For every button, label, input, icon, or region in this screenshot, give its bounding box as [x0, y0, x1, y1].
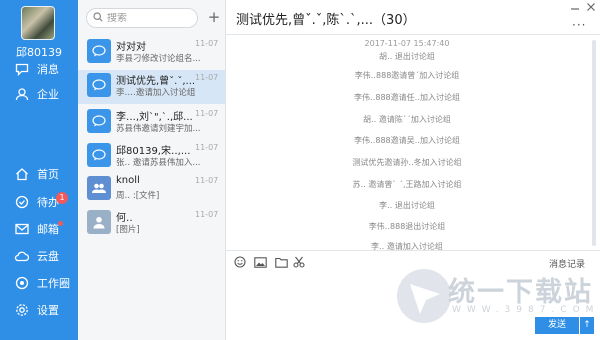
conversation-title: knoll — [116, 175, 140, 186]
nav-label: 设置 — [37, 304, 59, 317]
add-conversation-button[interactable]: + — [206, 8, 222, 26]
send-options-button[interactable]: ↑ — [580, 317, 594, 334]
nav-item-mail[interactable]: 邮箱 — [0, 217, 78, 241]
conversation-title: 何‥ — [116, 213, 133, 224]
send-button[interactable]: 发送 — [535, 317, 579, 334]
nav-item-work-circle[interactable]: 工作圈 — [0, 271, 78, 295]
conversation-date: 11-07 — [195, 210, 219, 219]
chat-scrollbar[interactable] — [592, 40, 596, 246]
conversation-preview: 周‥ :[文件] — [116, 191, 160, 201]
nav-item-todo[interactable]: 待办 1 — [0, 190, 78, 214]
search-icon — [93, 11, 103, 25]
left-sidebar: 邱80139 消息 企业 首页 待办 1 邮箱 云盘 工作圈 设置 — [0, 0, 78, 340]
conversation-preview: 张‥ 邀请苏县伟加入... — [116, 158, 201, 168]
conversation-item-active[interactable]: 测试优先,曾ˇ.ˇ,... 李‥‥邀请加入讨论组 11-07 — [78, 70, 225, 104]
minimize-icon[interactable] — [568, 2, 582, 16]
scissors-icon[interactable] — [292, 255, 306, 269]
settings-icon — [14, 303, 29, 318]
nav-item-cloud[interactable]: 云盘 — [0, 244, 78, 268]
chat-bubble-icon — [87, 109, 111, 133]
home-icon — [14, 167, 29, 182]
chat-bubble-icon — [87, 73, 111, 97]
chat-title: 测试优先,曾ˇ.ˇ,陈ˋ.ˋ,...（30） — [236, 13, 416, 28]
nav-label: 企业 — [37, 88, 59, 101]
nav-label: 云盘 — [37, 250, 59, 263]
nav-item-settings[interactable]: 设置 — [0, 298, 78, 322]
conversation-date: 11-07 — [195, 143, 219, 152]
conversation-date: 11-07 — [195, 39, 219, 48]
nav-label: 首页 — [37, 168, 59, 181]
nav-item-enterprise[interactable]: 企业 — [0, 82, 78, 106]
conversation-list-panel: + 对对对 李县刁修改讨论组名... 11-07 测试优先,曾ˇ.ˇ,... 李… — [78, 0, 226, 340]
conversation-title: 测试优先,曾ˇ.ˇ,... — [116, 76, 196, 87]
message-history-link[interactable]: 消息记录 — [549, 257, 585, 270]
nav-label: 消息 — [37, 63, 59, 76]
chat-bubble-icon — [87, 39, 111, 63]
close-icon[interactable] — [584, 2, 598, 16]
conversation-item[interactable]: 对对对 李县刁修改讨论组名... 11-07 — [78, 36, 225, 70]
group-icon — [87, 176, 111, 200]
conversation-date: 11-07 — [195, 176, 219, 185]
work-circle-icon — [14, 276, 29, 291]
conversation-item[interactable]: 邱80139,宋‥,... 张‥ 邀请苏县伟加入... 11-07 — [78, 140, 225, 174]
folder-icon[interactable] — [274, 255, 288, 269]
more-options-button[interactable]: ··· — [572, 18, 586, 32]
conversation-item[interactable]: 李‥.,刘ˋ",ˋ.,邱... 苏县伟邀请刘建宇加... 11-07 — [78, 106, 225, 140]
conversation-preview: 李县刁修改讨论组名... — [116, 54, 201, 64]
system-message: 李‥ 退出讨论组 — [379, 201, 435, 210]
chat-panel: 测试优先,曾ˇ.ˇ,陈ˋ.ˋ,...（30） ··· 2017-11-07 15… — [226, 0, 600, 340]
nav-item-home[interactable]: 首页 — [0, 162, 78, 186]
search-box — [86, 8, 198, 28]
conversation-item[interactable]: knoll 周‥ :[文件] 11-07 — [78, 173, 225, 207]
mail-unread-dot — [58, 221, 63, 226]
conversation-title: 邱80139,宋‥,... — [116, 146, 191, 157]
cloud-icon — [14, 249, 29, 264]
todo-icon — [14, 195, 29, 210]
message-timestamp: 2017-11-07 15:47:40 — [364, 39, 450, 48]
mail-icon — [14, 222, 29, 237]
toolbar-divider — [226, 250, 600, 251]
image-icon[interactable] — [253, 255, 267, 269]
conversation-date: 11-07 — [195, 73, 219, 82]
system-message: 胡‥ 邀请陈ˋˊ加入讨论组 — [363, 115, 451, 124]
search-input[interactable] — [107, 12, 193, 24]
system-message: 李伟‥888退出讨论组 — [368, 222, 446, 231]
person-icon — [87, 210, 111, 234]
conversation-preview: 苏县伟邀请刘建宇加... — [116, 124, 201, 134]
system-message: 李伟‥888邀请吴‥加入讨论组 — [354, 136, 460, 145]
conversation-title: 李‥.,刘ˋ",ˋ.,邱... — [116, 112, 193, 123]
conversation-date: 11-07 — [195, 109, 219, 118]
chat-icon — [14, 62, 29, 77]
system-message: 李伟‥888邀请曾ˊ加入讨论组 — [354, 71, 460, 80]
system-message: 胡‥ 退出讨论组 — [379, 52, 435, 61]
nav-item-messages[interactable]: 消息 — [0, 57, 78, 81]
system-message: 苏‥ 邀请曾ˋ ˊ,王路加入讨论组 — [352, 180, 462, 189]
emoji-icon[interactable] — [233, 255, 247, 269]
contacts-icon — [14, 87, 29, 102]
header-divider — [226, 34, 600, 35]
chat-bubble-icon — [87, 143, 111, 167]
message-input[interactable] — [234, 274, 590, 314]
conversation-item[interactable]: 何‥ [图片] 11-07 — [78, 207, 225, 241]
conversation-preview: 李‥‥邀请加入讨论组 — [116, 88, 196, 98]
todo-badge: 1 — [56, 192, 68, 204]
nav-label: 邮箱 — [37, 223, 59, 236]
system-message: 测试优先邀请孙‥冬加入讨论组 — [352, 158, 462, 167]
nav-label: 工作圈 — [37, 277, 70, 290]
system-message: 李伟‥888邀请任‥加入讨论组 — [354, 93, 460, 102]
user-avatar[interactable] — [21, 6, 55, 40]
conversation-preview: [图片] — [116, 225, 140, 235]
conversation-title: 对对对 — [116, 42, 146, 53]
